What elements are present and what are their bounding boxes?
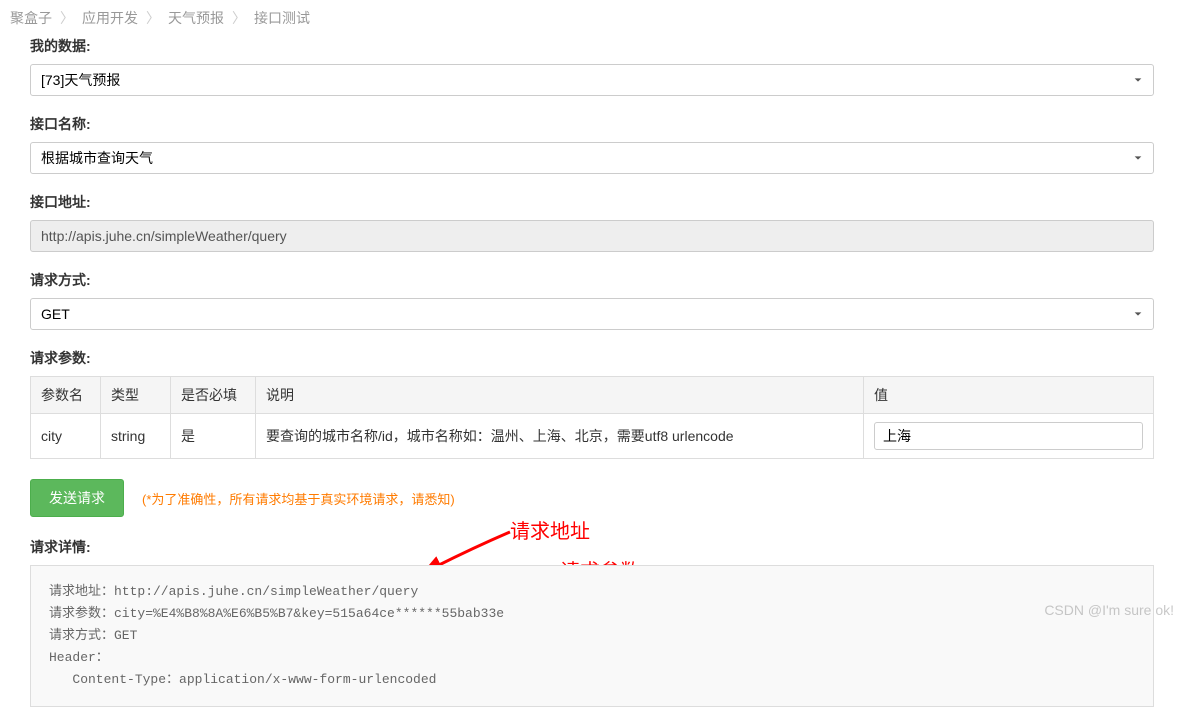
- param-required: 是: [171, 414, 256, 459]
- params-table: 参数名 类型 是否必填 说明 值 city string 是 要查询的城市名称/…: [30, 376, 1154, 459]
- method-select[interactable]: GET: [30, 298, 1154, 330]
- apiurl-label: 接口地址:: [30, 192, 1154, 212]
- chevron-right-icon: 〉: [232, 8, 246, 28]
- col-header-type: 类型: [101, 377, 171, 414]
- table-row: city string 是 要查询的城市名称/id，城市名称如：温州、上海、北京…: [31, 414, 1154, 459]
- breadcrumb: 聚盒子 〉 应用开发 〉 天气预报 〉 接口测试: [0, 0, 1184, 36]
- breadcrumb-item[interactable]: 应用开发: [82, 8, 138, 28]
- apiname-select[interactable]: 根据城市查询天气: [30, 142, 1154, 174]
- mydata-select[interactable]: [73]天气预报: [30, 64, 1154, 96]
- apiurl-input: [30, 220, 1154, 252]
- col-header-desc: 说明: [256, 377, 864, 414]
- param-value-cell: [864, 414, 1154, 459]
- detail-box: 请求地址：http://apis.juhe.cn/simpleWeather/q…: [30, 565, 1154, 707]
- param-name: city: [31, 414, 101, 459]
- chevron-right-icon: 〉: [60, 8, 74, 28]
- breadcrumb-item[interactable]: 天气预报: [168, 8, 224, 28]
- send-button[interactable]: 发送请求: [30, 479, 124, 517]
- col-header-name: 参数名: [31, 377, 101, 414]
- detail-line: 请求地址：http://apis.juhe.cn/simpleWeather/q…: [49, 584, 418, 599]
- param-type: string: [101, 414, 171, 459]
- detail-line: 请求参数：city=%E4%B8%8A%E6%B5%B7&key=515a64c…: [49, 606, 504, 621]
- chevron-right-icon: 〉: [146, 8, 160, 28]
- detail-line: Content-Type：application/x-www-form-urle…: [49, 672, 436, 687]
- breadcrumb-current: 接口测试: [254, 8, 310, 28]
- breadcrumb-item[interactable]: 聚盒子: [10, 8, 52, 28]
- watermark: CSDN @I'm sure ok!: [1044, 602, 1174, 618]
- method-label: 请求方式:: [30, 270, 1154, 290]
- params-label: 请求参数:: [30, 348, 1154, 368]
- mydata-label: 我的数据:: [30, 36, 1154, 56]
- hint-text: (*为了准确性，所有请求均基于真实环境请求，请悉知): [142, 489, 455, 508]
- col-header-required: 是否必填: [171, 377, 256, 414]
- detail-line: 请求方式：GET: [49, 628, 137, 643]
- param-desc: 要查询的城市名称/id，城市名称如：温州、上海、北京，需要utf8 urlenc…: [256, 414, 864, 459]
- detail-line: Header：: [49, 650, 109, 665]
- detail-label: 请求详情:: [30, 537, 1154, 557]
- param-value-input[interactable]: [874, 422, 1143, 450]
- apiname-label: 接口名称:: [30, 114, 1154, 134]
- col-header-value: 值: [864, 377, 1154, 414]
- table-header-row: 参数名 类型 是否必填 说明 值: [31, 377, 1154, 414]
